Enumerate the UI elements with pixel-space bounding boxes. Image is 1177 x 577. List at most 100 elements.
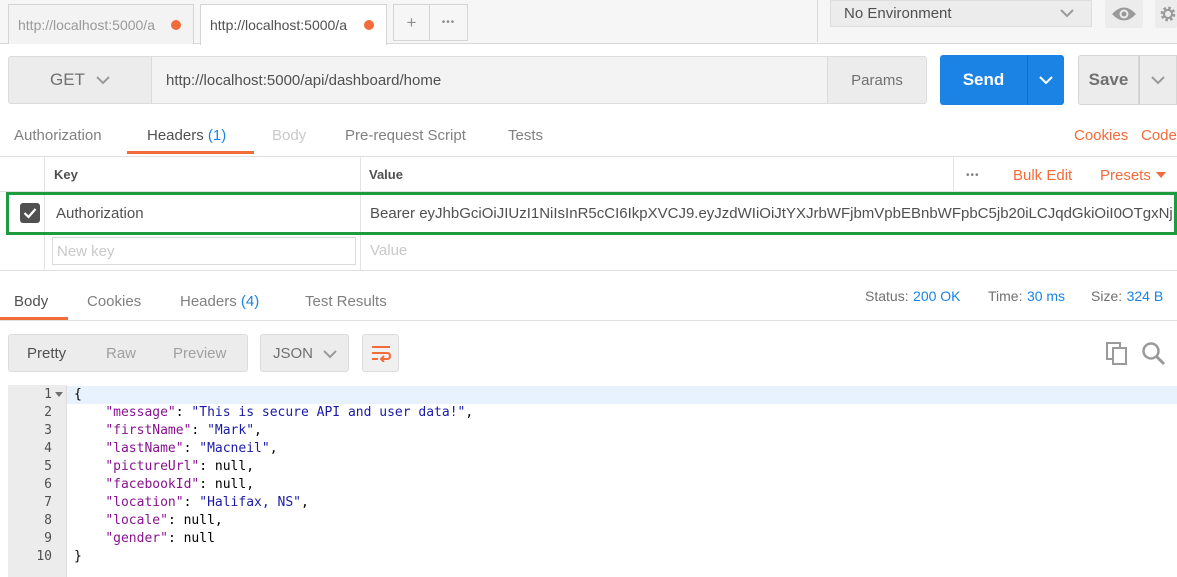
code-line: "gender": null <box>105 531 215 546</box>
chevron-down-icon <box>1151 76 1165 85</box>
json-key: "firstName" <box>105 423 192 438</box>
request-tab-active[interactable]: http://localhost:5000/a <box>200 4 387 45</box>
chevron-down-icon <box>1060 9 1074 18</box>
header-value-cell[interactable]: Bearer eyJhbGciOiJIUzI1NiIsInR5cCI6IkpXV… <box>370 205 1173 222</box>
time-value: 30 ms <box>1026 288 1066 304</box>
presets-dropdown[interactable]: Presets <box>1100 167 1167 184</box>
headers-table-header <box>0 156 1177 192</box>
tab-options-button[interactable]: ••• <box>429 4 468 41</box>
format-select[interactable]: JSON <box>260 334 349 372</box>
presets-label: Presets <box>1100 167 1151 184</box>
caret-down-icon <box>1156 172 1167 178</box>
header-enabled-checkbox[interactable] <box>20 203 40 223</box>
chevron-down-icon <box>96 76 110 85</box>
time-label: Time: <box>988 288 1023 304</box>
code-line: "message": "This is secure API and user … <box>105 405 474 420</box>
divider <box>817 0 818 42</box>
active-tab-indicator <box>127 151 254 154</box>
checkmark-icon <box>23 208 37 219</box>
line-number: 10 <box>36 549 52 564</box>
more-icon[interactable]: ••• <box>966 170 980 181</box>
code-line: "lastName": "Macneil", <box>105 441 278 456</box>
response-headers-count: (4) <box>240 293 260 310</box>
status-value: 200 OK <box>913 288 961 304</box>
header-key-cell[interactable]: Authorization <box>56 205 346 222</box>
json-key: "pictureUrl" <box>105 459 200 474</box>
format-label: JSON <box>273 344 314 362</box>
preview-button[interactable]: Preview <box>173 345 226 362</box>
cookies-link[interactable]: Cookies <box>1074 127 1128 144</box>
size-readout: Size: 324 B <box>1091 288 1163 306</box>
unsaved-dot-icon <box>171 20 181 30</box>
copy-button[interactable] <box>1105 341 1129 370</box>
search-button[interactable] <box>1141 341 1167 372</box>
time-readout: Time: 30 ms <box>988 288 1065 306</box>
new-key-input[interactable]: New key <box>52 237 356 265</box>
response-headers-label: Headers <box>180 293 237 310</box>
tab-body[interactable]: Body <box>272 127 306 144</box>
line-number: 4 <box>44 441 52 456</box>
line-number: 2 <box>44 405 52 420</box>
code-link[interactable]: Code <box>1141 127 1177 144</box>
send-button[interactable]: Send <box>940 55 1027 105</box>
line-number: 8 <box>44 513 52 528</box>
response-tab-cookies[interactable]: Cookies <box>87 293 141 310</box>
value-column-header: Value <box>369 167 403 182</box>
json-value: null <box>214 477 247 492</box>
save-button[interactable]: Save <box>1078 55 1139 105</box>
copy-icon <box>1106 342 1127 365</box>
json-key: "locale" <box>105 513 168 528</box>
plus-icon: + <box>406 12 417 32</box>
tab-headers[interactable]: Headers (1) <box>147 127 226 144</box>
method-select[interactable]: GET <box>8 56 152 104</box>
tab-authorization[interactable]: Authorization <box>14 127 102 144</box>
json-value: null <box>183 531 215 546</box>
status-label: Status: <box>865 288 909 304</box>
tab-tests[interactable]: Tests <box>508 127 543 144</box>
json-value: "This is secure API and user data!" <box>191 405 466 420</box>
json-key: "message" <box>105 405 176 420</box>
save-options-button[interactable] <box>1139 55 1177 105</box>
raw-button[interactable]: Raw <box>106 345 136 362</box>
fold-arrow-icon[interactable] <box>55 392 63 398</box>
bulk-edit-button[interactable]: Bulk Edit <box>1013 167 1072 184</box>
manage-environments-button[interactable] <box>1155 0 1177 28</box>
json-key: "lastName" <box>105 441 184 456</box>
quick-look-button[interactable] <box>1105 0 1143 28</box>
send-options-button[interactable] <box>1027 55 1064 105</box>
save-label: Save <box>1088 70 1129 89</box>
response-tab-body[interactable]: Body <box>14 293 48 310</box>
pretty-button[interactable]: Pretty <box>27 345 66 362</box>
url-text: http://localhost:5000/api/dashboard/home <box>166 71 442 89</box>
headers-count: (1) <box>207 127 227 144</box>
new-tab-button[interactable]: + <box>393 4 430 41</box>
column-divider <box>953 156 954 192</box>
line-number: 9 <box>44 531 52 546</box>
new-key-placeholder: New key <box>57 242 115 260</box>
response-tab-headers[interactable]: Headers (4) <box>180 293 259 310</box>
json-key: "facebookId" <box>105 477 200 492</box>
line-number: 6 <box>44 477 52 492</box>
size-label: Size: <box>1091 288 1123 304</box>
code-line: "pictureUrl": null, <box>105 459 255 474</box>
tab-pre-request-script[interactable]: Pre-request Script <box>345 127 466 144</box>
gutter-border <box>66 386 67 577</box>
code-line: } <box>74 549 82 564</box>
divider <box>0 320 1177 321</box>
json-value: "Mark" <box>207 423 255 438</box>
params-button[interactable]: Params <box>827 56 927 104</box>
params-label: Params <box>851 71 903 89</box>
new-value-input[interactable]: Value <box>370 242 407 259</box>
gear-icon <box>1160 6 1176 22</box>
status-readout: Status: 200 OK <box>865 288 961 306</box>
json-value: null <box>214 459 247 474</box>
url-input[interactable]: http://localhost:5000/api/dashboard/home <box>152 56 828 104</box>
wrap-lines-button[interactable] <box>362 334 399 372</box>
environment-select[interactable]: No Environment <box>830 0 1092 27</box>
divider <box>0 270 1177 271</box>
response-tab-test-results[interactable]: Test Results <box>305 293 387 310</box>
chevron-down-icon <box>323 350 337 359</box>
json-value: null <box>183 513 215 528</box>
request-tab[interactable]: http://localhost:5000/a <box>8 4 194 44</box>
line-number: 5 <box>44 459 52 474</box>
